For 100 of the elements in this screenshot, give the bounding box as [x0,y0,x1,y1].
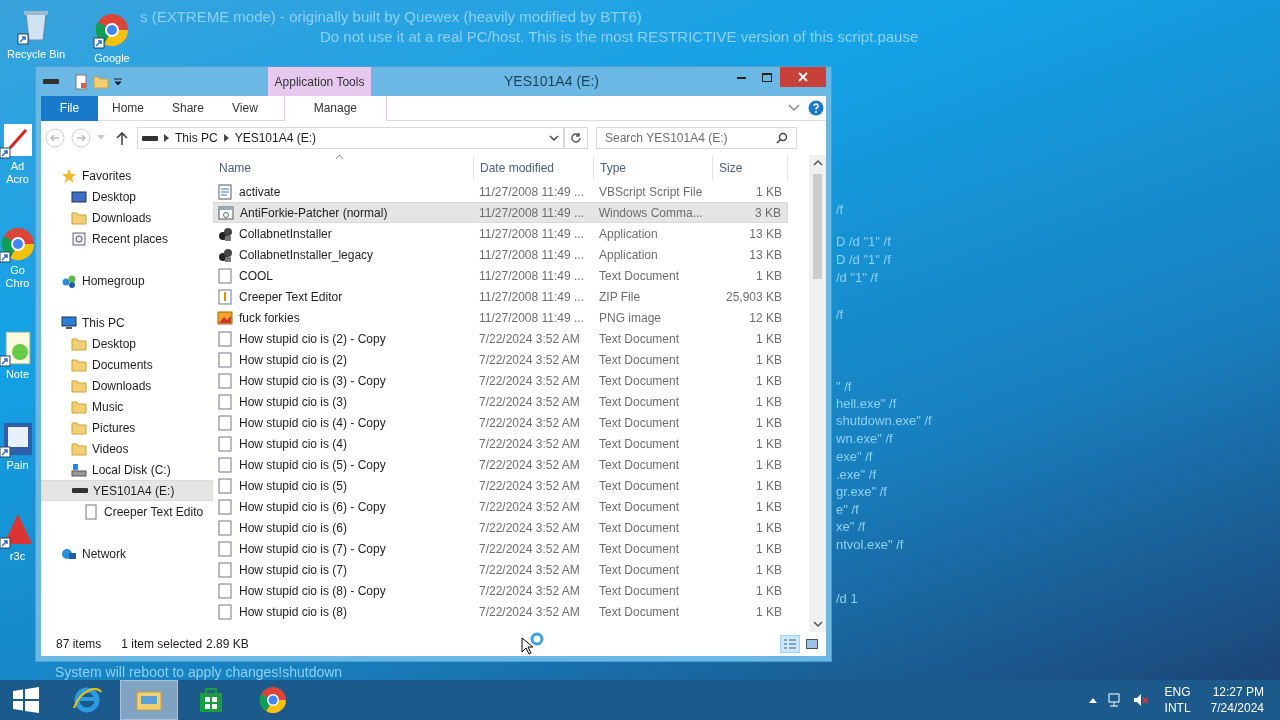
column-header[interactable]: Type [594,155,713,181]
table-cell-text: 7/22/2024 3:52 AM [478,603,581,621]
table-cell-text: Text Document [598,456,681,474]
file-row[interactable]: AntiForkie-Patcher (normal) 11/27/2008 11:49 ... Windows Comma... 3 KB [213,202,788,223]
dropdown-icon[interactable] [113,76,123,87]
file-row[interactable]: activate 11/27/2008 11:49 ... VBScript Script File 1 KB [213,181,788,202]
help-icon[interactable] [808,100,824,116]
file-row[interactable]: CollabnetInstaller_legacy 11/27/2008 11:49 ... Application 13 KB [213,244,788,265]
icon-label: Ad Acro [5,160,30,186]
nav-item[interactable]: Downloads [41,375,213,396]
ribbon-tab[interactable]: Home [98,95,158,121]
file-row[interactable]: CollabnetInstaller 11/27/2008 11:49 ... Application 13 KB [213,223,788,244]
file-row[interactable]: COOL 11/27/2008 11:49 ... Text Document 1 KB [213,265,788,286]
up-icon[interactable] [115,130,129,146]
volume-muted-icon[interactable] [1132,692,1149,708]
nav-item[interactable]: Downloads [41,207,213,228]
search-field[interactable]: Search YES101A4 (E:) [596,127,797,149]
file-name: AntiForkie-Patcher (normal) [240,204,388,222]
table-cell-text: Application [598,225,659,243]
desktop-text: Do not use it at a real PC/host. This is the most RESTRICTIVE version of this script.pause [320,27,919,47]
file-row[interactable]: How stupid cio is (4) 7/22/2024 3:52 AM Text Document 1 KB [213,433,788,454]
language-indicator[interactable]: ENG INTL [1164,684,1191,716]
properties-icon[interactable] [73,73,89,90]
refresh-button[interactable] [564,127,588,149]
nav-item[interactable]: This PC [41,312,213,333]
ribbon-tab[interactable]: File [41,95,98,121]
icon-label: Recycle Bin [6,47,66,62]
show-hidden-icons-icon[interactable] [1088,697,1097,703]
file-row[interactable]: How stupid cio is (8) 7/22/2024 3:52 AM Text Document 1 KB [213,601,788,622]
file-row[interactable]: How stupid cio is (2) 7/22/2024 3:52 AM Text Document 1 KB [213,349,788,370]
ribbon-tab[interactable]: Manage [283,95,387,121]
nav-item[interactable]: Recent places [41,228,213,249]
icon-label: Go Chro [4,264,31,290]
file-row[interactable]: How stupid cio is (6) - Copy 7/22/2024 3:52 AM Text Document 1 KB [213,496,788,517]
table-cell-text: 1 KB [755,582,783,600]
icon-label: Note [4,368,31,381]
nav-item[interactable]: Network [41,543,213,564]
table-cell-text: 1 KB [755,498,783,516]
network-icon[interactable] [1106,692,1123,708]
file-row[interactable]: How stupid cio is (5) - Copy 7/22/2024 3:52 AM Text Document 1 KB [213,454,788,475]
nav-item[interactable]: Documents [41,354,213,375]
ribbon-tab[interactable]: View [218,95,272,121]
scroll-thumb[interactable] [813,174,822,279]
file-row[interactable]: Creeper Text Editor 11/27/2008 11:49 ... ZIP File 25,903 KB [213,286,788,307]
table-cell-text: 7/22/2024 3:52 AM [478,477,581,495]
desktop-text: ntvol.exe" /f [836,536,904,554]
nav-item[interactable]: Desktop [41,333,213,354]
file-name: How stupid cio is (3) - Copy [239,372,386,390]
nav-item[interactable]: YES101A4 (E:) [41,480,213,501]
refresh-icon [570,132,582,144]
dropdown-icon[interactable] [549,134,559,142]
nav-item[interactable]: Favorites [41,165,213,186]
file-row[interactable]: How stupid cio is (5) 7/22/2024 3:52 AM Text Document 1 KB [213,475,788,496]
details-view-icon [784,639,796,649]
nav-item[interactable]: Videos [41,438,213,459]
column-header[interactable]: Date modified [474,155,594,181]
close-button[interactable] [780,67,826,87]
scrollbar[interactable] [809,155,826,632]
nav-item[interactable]: Creeper Text Edito [41,501,213,522]
folder-icon [71,398,87,415]
breadcrumb[interactable]: YES101A4 (E:) [234,129,317,147]
text-file-icon [217,267,233,284]
nav-item[interactable]: Local Disk (C:) [41,459,213,480]
file-name: How stupid cio is (8) - Copy [239,582,386,600]
file-row[interactable]: How stupid cio is (6) 7/22/2024 3:52 AM Text Document 1 KB [213,517,788,538]
file-row[interactable]: How stupid cio is (3) 7/22/2024 3:52 AM Text Document 1 KB [213,391,788,412]
nav-item[interactable]: Homegroup [41,270,213,291]
expand-ribbon-icon[interactable] [788,104,800,112]
column-header[interactable]: Size [713,155,788,181]
nav-item[interactable]: Music [41,396,213,417]
window-title: YES101A4 (E:) [504,72,599,91]
ribbon-tab[interactable]: Share [158,95,219,121]
table-cell-text: Text Document [598,393,681,411]
file-row[interactable]: How stupid cio is (3) - Copy 7/22/2024 3:52 AM Text Document 1 KB [213,370,788,391]
file-row[interactable]: How stupid cio is (7) 7/22/2024 3:52 AM Text Document 1 KB [213,559,788,580]
file-name: How stupid cio is (2) [239,351,348,369]
chevron-icon [164,134,169,142]
image-file-icon [217,309,233,326]
table-cell-text: 7/22/2024 3:52 AM [478,540,581,558]
address-bar[interactable]: This PC YES101A4 (E:) [137,127,564,149]
file-row[interactable]: How stupid cio is (7) - Copy 7/22/2024 3:52 AM Text Document 1 KB [213,538,788,559]
contextual-tab-header: Application Tools [268,67,371,96]
nav-item[interactable]: Pictures [41,417,213,438]
file-row[interactable]: How stupid cio is (8) - Copy 7/22/2024 3:52 AM Text Document 1 KB [213,580,788,601]
breadcrumb[interactable]: This PC [175,129,218,147]
table-cell-text: Text Document [598,603,681,621]
file-row[interactable]: fuck forkies 11/27/2008 11:49 ... PNG image 12 KB [213,307,788,328]
table-cell-text: ZIP File [598,288,642,306]
table-cell-text: 1 KB [755,372,783,390]
text-file-icon [217,372,233,389]
file-row[interactable]: How stupid cio is (2) - Copy 7/22/2024 3:52 AM Text Document 1 KB [213,328,788,349]
text-file-icon [217,414,233,431]
table-cell-text: Text Document [598,267,681,285]
file-row[interactable]: How stupid cio is (4) - Copy 7/22/2024 3:52 AM Text Document 1 KB [213,412,788,433]
table-cell-text: 1 KB [755,540,783,558]
table-cell-text: Text Document [598,372,681,390]
clock[interactable]: 12:27 PM 7/24/2024 [1210,684,1264,716]
column-header[interactable]: Name [213,155,474,181]
tiles-view-icon [806,639,818,649]
nav-item[interactable]: Desktop [41,186,213,207]
